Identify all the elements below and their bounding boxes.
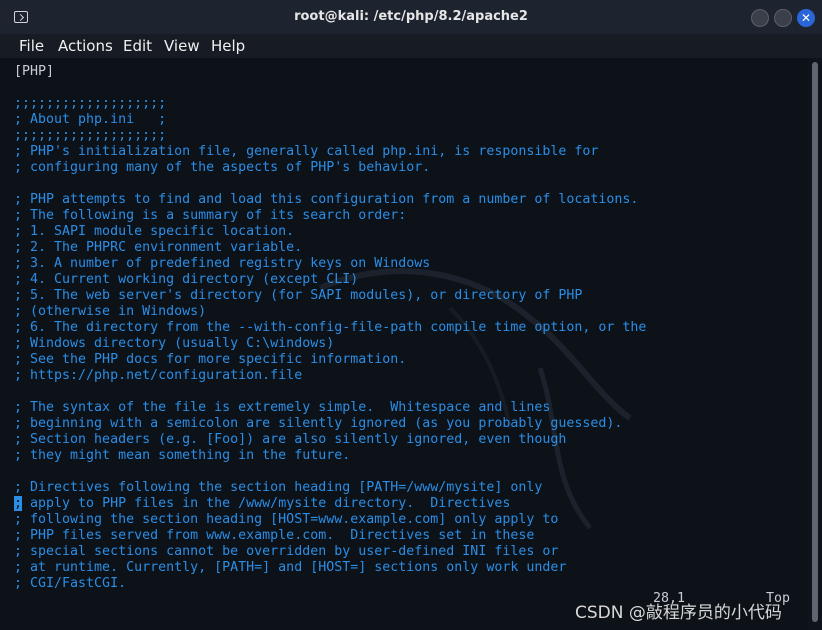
minimize-button[interactable] — [751, 9, 769, 27]
terminal-text: [PHP] ;;;;;;;;;;;;;;;;;;; ; About php.in… — [14, 64, 646, 592]
terminal-line: ; The syntax of the file is extremely si… — [14, 400, 551, 415]
terminal-line: ; configuring many of the aspects of PHP… — [14, 160, 431, 175]
terminal-line: ; 2. The PHPRC environment variable. — [14, 240, 303, 255]
terminal-line: ; beginning with a semicolon are silentl… — [14, 416, 623, 431]
terminal-line: ; apply to PHP files in the /www/mysite … — [14, 496, 511, 511]
menu-file[interactable]: File — [19, 37, 44, 55]
terminal-line: ; 1. SAPI module specific location. — [14, 224, 295, 239]
terminal-line: ;;;;;;;;;;;;;;;;;;; — [14, 128, 167, 143]
maximize-button[interactable] — [774, 9, 792, 27]
window-title: root@kali: /etc/php/8.2/apache2 — [294, 9, 528, 24]
terminal-line: ; they might mean something in the futur… — [14, 448, 351, 463]
terminal-line: ; 5. The web server's directory (for SAP… — [14, 288, 583, 303]
terminal-line: ; PHP's initialization file, generally c… — [14, 144, 599, 159]
terminal-line: ; special sections cannot be overridden … — [14, 544, 559, 559]
menu-bar: File Actions Edit View Help — [0, 34, 822, 58]
close-icon: ✕ — [800, 11, 812, 25]
terminal-line: ; The following is a summary of its sear… — [14, 208, 407, 223]
title-bar[interactable]: root@kali: /etc/php/8.2/apache2 ✕ — [0, 0, 822, 35]
scroll-thumb[interactable] — [812, 62, 818, 622]
menu-help[interactable]: Help — [211, 37, 245, 55]
text-cursor: ; — [14, 496, 23, 511]
terminal-line: ; PHP attempts to find and load this con… — [14, 192, 639, 207]
terminal-line: ; Directives following the section headi… — [14, 480, 543, 495]
close-button[interactable]: ✕ — [797, 9, 815, 27]
terminal-line: ; About php.ini ; — [14, 112, 167, 127]
terminal-area[interactable]: [PHP] ;;;;;;;;;;;;;;;;;;; ; About php.in… — [0, 58, 808, 630]
watermark: CSDN @敲程序员的小代码 — [575, 603, 782, 623]
terminal-line: ; https://php.net/configuration.file — [14, 368, 303, 383]
terminal-line: ; 4. Current working directory (except C… — [14, 272, 359, 287]
terminal-line: ;;;;;;;;;;;;;;;;;;; — [14, 96, 167, 111]
terminal-line: ; CGI/FastCGI. — [14, 576, 127, 591]
menu-edit[interactable]: Edit — [123, 37, 152, 55]
terminal-line: ; at runtime. Currently, [PATH=] and [HO… — [14, 560, 567, 575]
terminal-line: [PHP] — [14, 64, 55, 79]
terminal-line: ; Windows directory (usually C:\windows) — [14, 336, 335, 351]
menu-view[interactable]: View — [164, 37, 200, 55]
terminal-line: ; following the section heading [HOST=ww… — [14, 512, 559, 527]
terminal-line: ; PHP files served from www.example.com.… — [14, 528, 535, 543]
terminal-line: ; See the PHP docs for more specific inf… — [14, 352, 407, 367]
menu-actions[interactable]: Actions — [58, 37, 113, 55]
terminal-line: ; Section headers (e.g. [Foo]) are also … — [14, 432, 567, 447]
terminal-line: ; (otherwise in Windows) — [14, 304, 207, 319]
terminal-line: ; 3. A number of predefined registry key… — [14, 256, 431, 271]
scrollbar[interactable] — [808, 58, 822, 630]
terminal-line: ; 6. The directory from the --with-confi… — [14, 320, 647, 335]
